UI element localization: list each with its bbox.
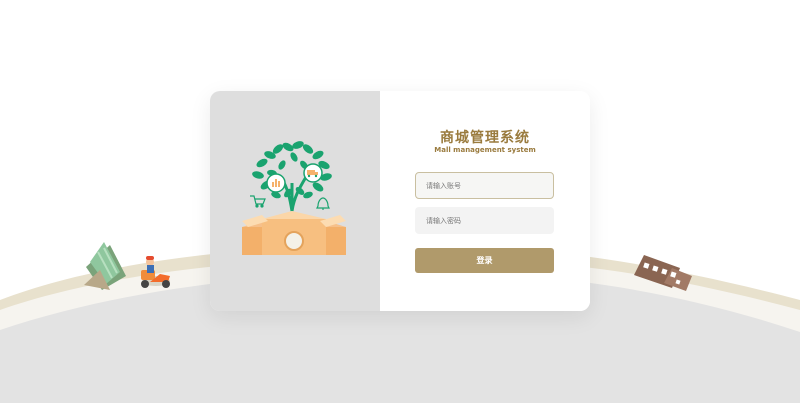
chart-bubble-icon (266, 173, 286, 193)
illustration-panel (210, 91, 380, 311)
login-button[interactable]: 登录 (415, 248, 554, 273)
app-subtitle: Mall management system (434, 146, 536, 154)
gift-boxes-icon (242, 211, 346, 255)
login-card: 商城管理系统 Mall management system 登录 (210, 91, 590, 311)
password-input[interactable] (415, 207, 554, 234)
app-title: 商城管理系统 (440, 130, 530, 146)
account-input[interactable] (415, 172, 554, 199)
money-tree-illustration (242, 141, 346, 255)
bell-icon (316, 197, 330, 210)
truck-bubble-icon (303, 163, 323, 183)
login-form-panel: 商城管理系统 Mall management system 登录 (380, 91, 590, 311)
cart-icon (250, 195, 266, 208)
